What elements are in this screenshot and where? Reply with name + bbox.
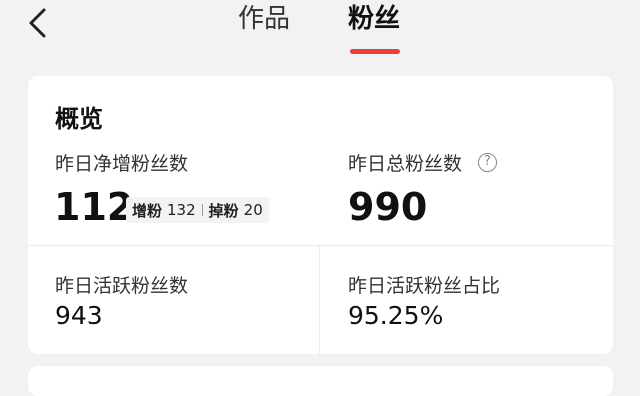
next-card — [28, 366, 613, 396]
active-ratio-label: 昨日活跃粉丝占比 — [348, 275, 501, 297]
breakdown-divider — [201, 204, 203, 216]
active-fans-value: 943 — [55, 301, 103, 330]
back-button[interactable] — [22, 6, 56, 40]
question-circle-icon[interactable]: ? — [478, 153, 497, 172]
tab-fans[interactable]: 粉丝 — [348, 2, 400, 36]
net-growth-label: 昨日净增粉丝数 — [55, 153, 189, 175]
net-growth-value: 112 — [54, 185, 134, 229]
chevron-left-icon — [29, 8, 46, 38]
gain-value: 132 — [167, 201, 196, 219]
loss-label: 掉粉 — [208, 201, 239, 220]
active-fans-label: 昨日活跃粉丝数 — [55, 275, 189, 297]
vertical-divider — [319, 246, 320, 354]
horizontal-divider — [28, 245, 613, 246]
overview-card: 概览 昨日净增粉丝数 112 增粉 132 掉粉 20 昨日总粉丝数 ? 990… — [28, 76, 613, 354]
top-nav-bar: 作品 粉丝 — [0, 0, 640, 66]
active-ratio-value: 95.25% — [348, 301, 444, 330]
tab-works[interactable]: 作品 — [238, 2, 290, 36]
total-fans-label: 昨日总粉丝数 — [348, 153, 463, 175]
active-tab-indicator — [350, 49, 400, 54]
total-fans-value: 990 — [348, 185, 428, 229]
overview-title: 概览 — [55, 105, 103, 133]
growth-breakdown-badge: 增粉 132 掉粉 20 — [126, 197, 269, 223]
loss-value: 20 — [243, 201, 263, 219]
gain-label: 增粉 — [132, 201, 163, 220]
